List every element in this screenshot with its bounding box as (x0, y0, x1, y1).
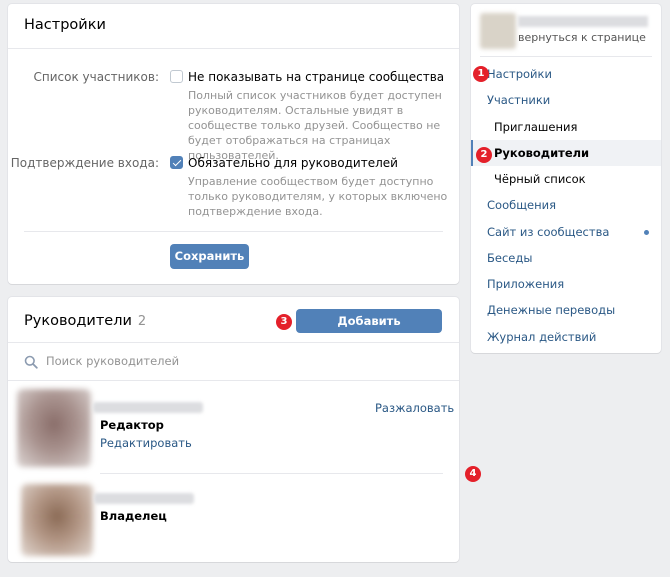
annotation-badge: 1 (473, 66, 489, 82)
login-confirm-checkbox[interactable] (170, 156, 183, 169)
managers-card: Руководители 2 Добавить руководителя Реда… (8, 297, 459, 562)
manager-name[interactable] (93, 402, 203, 413)
community-name[interactable] (518, 16, 648, 27)
members-hide-checkbox[interactable] (170, 70, 183, 83)
menu-item-members[interactable]: Участники (471, 87, 661, 113)
members-label: Список участников: (33, 70, 159, 84)
demote-manager-link[interactable]: Разжаловать (375, 401, 454, 415)
annotation-badge: 3 (276, 314, 292, 330)
menu-item-invitations[interactable]: Приглашения (471, 114, 661, 140)
menu-item-money-transfers[interactable]: Денежные переводы (471, 297, 661, 323)
divider (8, 380, 459, 381)
annotation-badge: 4 (465, 466, 481, 482)
divider (8, 342, 459, 343)
search-managers-input[interactable] (46, 349, 426, 373)
login-label: Подтверждение входа: (10, 156, 159, 170)
menu-item-blacklist[interactable]: Чёрный список (471, 166, 661, 192)
menu-item-apps[interactable]: Приложения (471, 271, 661, 297)
new-indicator-dot (644, 230, 649, 235)
menu-item-site[interactable]: Сайт из сообщества (471, 219, 661, 245)
managers-title-text: Руководители (24, 313, 132, 329)
menu-item-settings[interactable]: Настройки (471, 61, 661, 87)
edit-manager-link[interactable]: Редактировать (100, 436, 192, 450)
login-confirm-checkbox-label[interactable]: Обязательно для руководителей (188, 156, 398, 170)
members-hide-checkbox-label[interactable]: Не показывать на странице сообщества (188, 70, 444, 84)
divider (24, 231, 443, 232)
community-avatar[interactable] (480, 13, 516, 49)
managers-count: 2 (137, 314, 147, 329)
search-icon (24, 355, 38, 369)
menu-item-site-label: Сайт из сообщества (487, 225, 610, 239)
save-button[interactable]: Сохранить (170, 244, 249, 269)
avatar[interactable] (21, 484, 93, 556)
settings-title: Настройки (24, 17, 106, 33)
divider (480, 56, 652, 57)
menu-item-chats[interactable]: Беседы (471, 245, 661, 271)
back-to-page-link[interactable]: вернуться к странице (518, 31, 646, 44)
manager-name[interactable] (94, 493, 194, 504)
community-menu: вернуться к странице Настройки Участники… (471, 4, 661, 353)
login-hint: Управление сообществом будет доступно то… (188, 175, 448, 218)
manager-role: Редактор (100, 418, 164, 432)
menu-item-messages[interactable]: Сообщения (471, 192, 661, 218)
members-hint: Полный список участников будет доступен … (188, 89, 442, 162)
menu-item-action-log[interactable]: Журнал действий (471, 324, 661, 350)
settings-card: Настройки Список участников: Не показыва… (8, 4, 459, 284)
menu-item-managers[interactable]: Руководители (471, 140, 661, 166)
add-manager-button[interactable]: Добавить руководителя (296, 309, 442, 352)
avatar[interactable] (17, 389, 91, 467)
manager-role: Владелец (100, 509, 167, 523)
managers-title: Руководители 2 (24, 313, 146, 329)
divider (100, 473, 443, 474)
annotation-badge: 2 (476, 147, 492, 163)
divider (8, 48, 459, 49)
